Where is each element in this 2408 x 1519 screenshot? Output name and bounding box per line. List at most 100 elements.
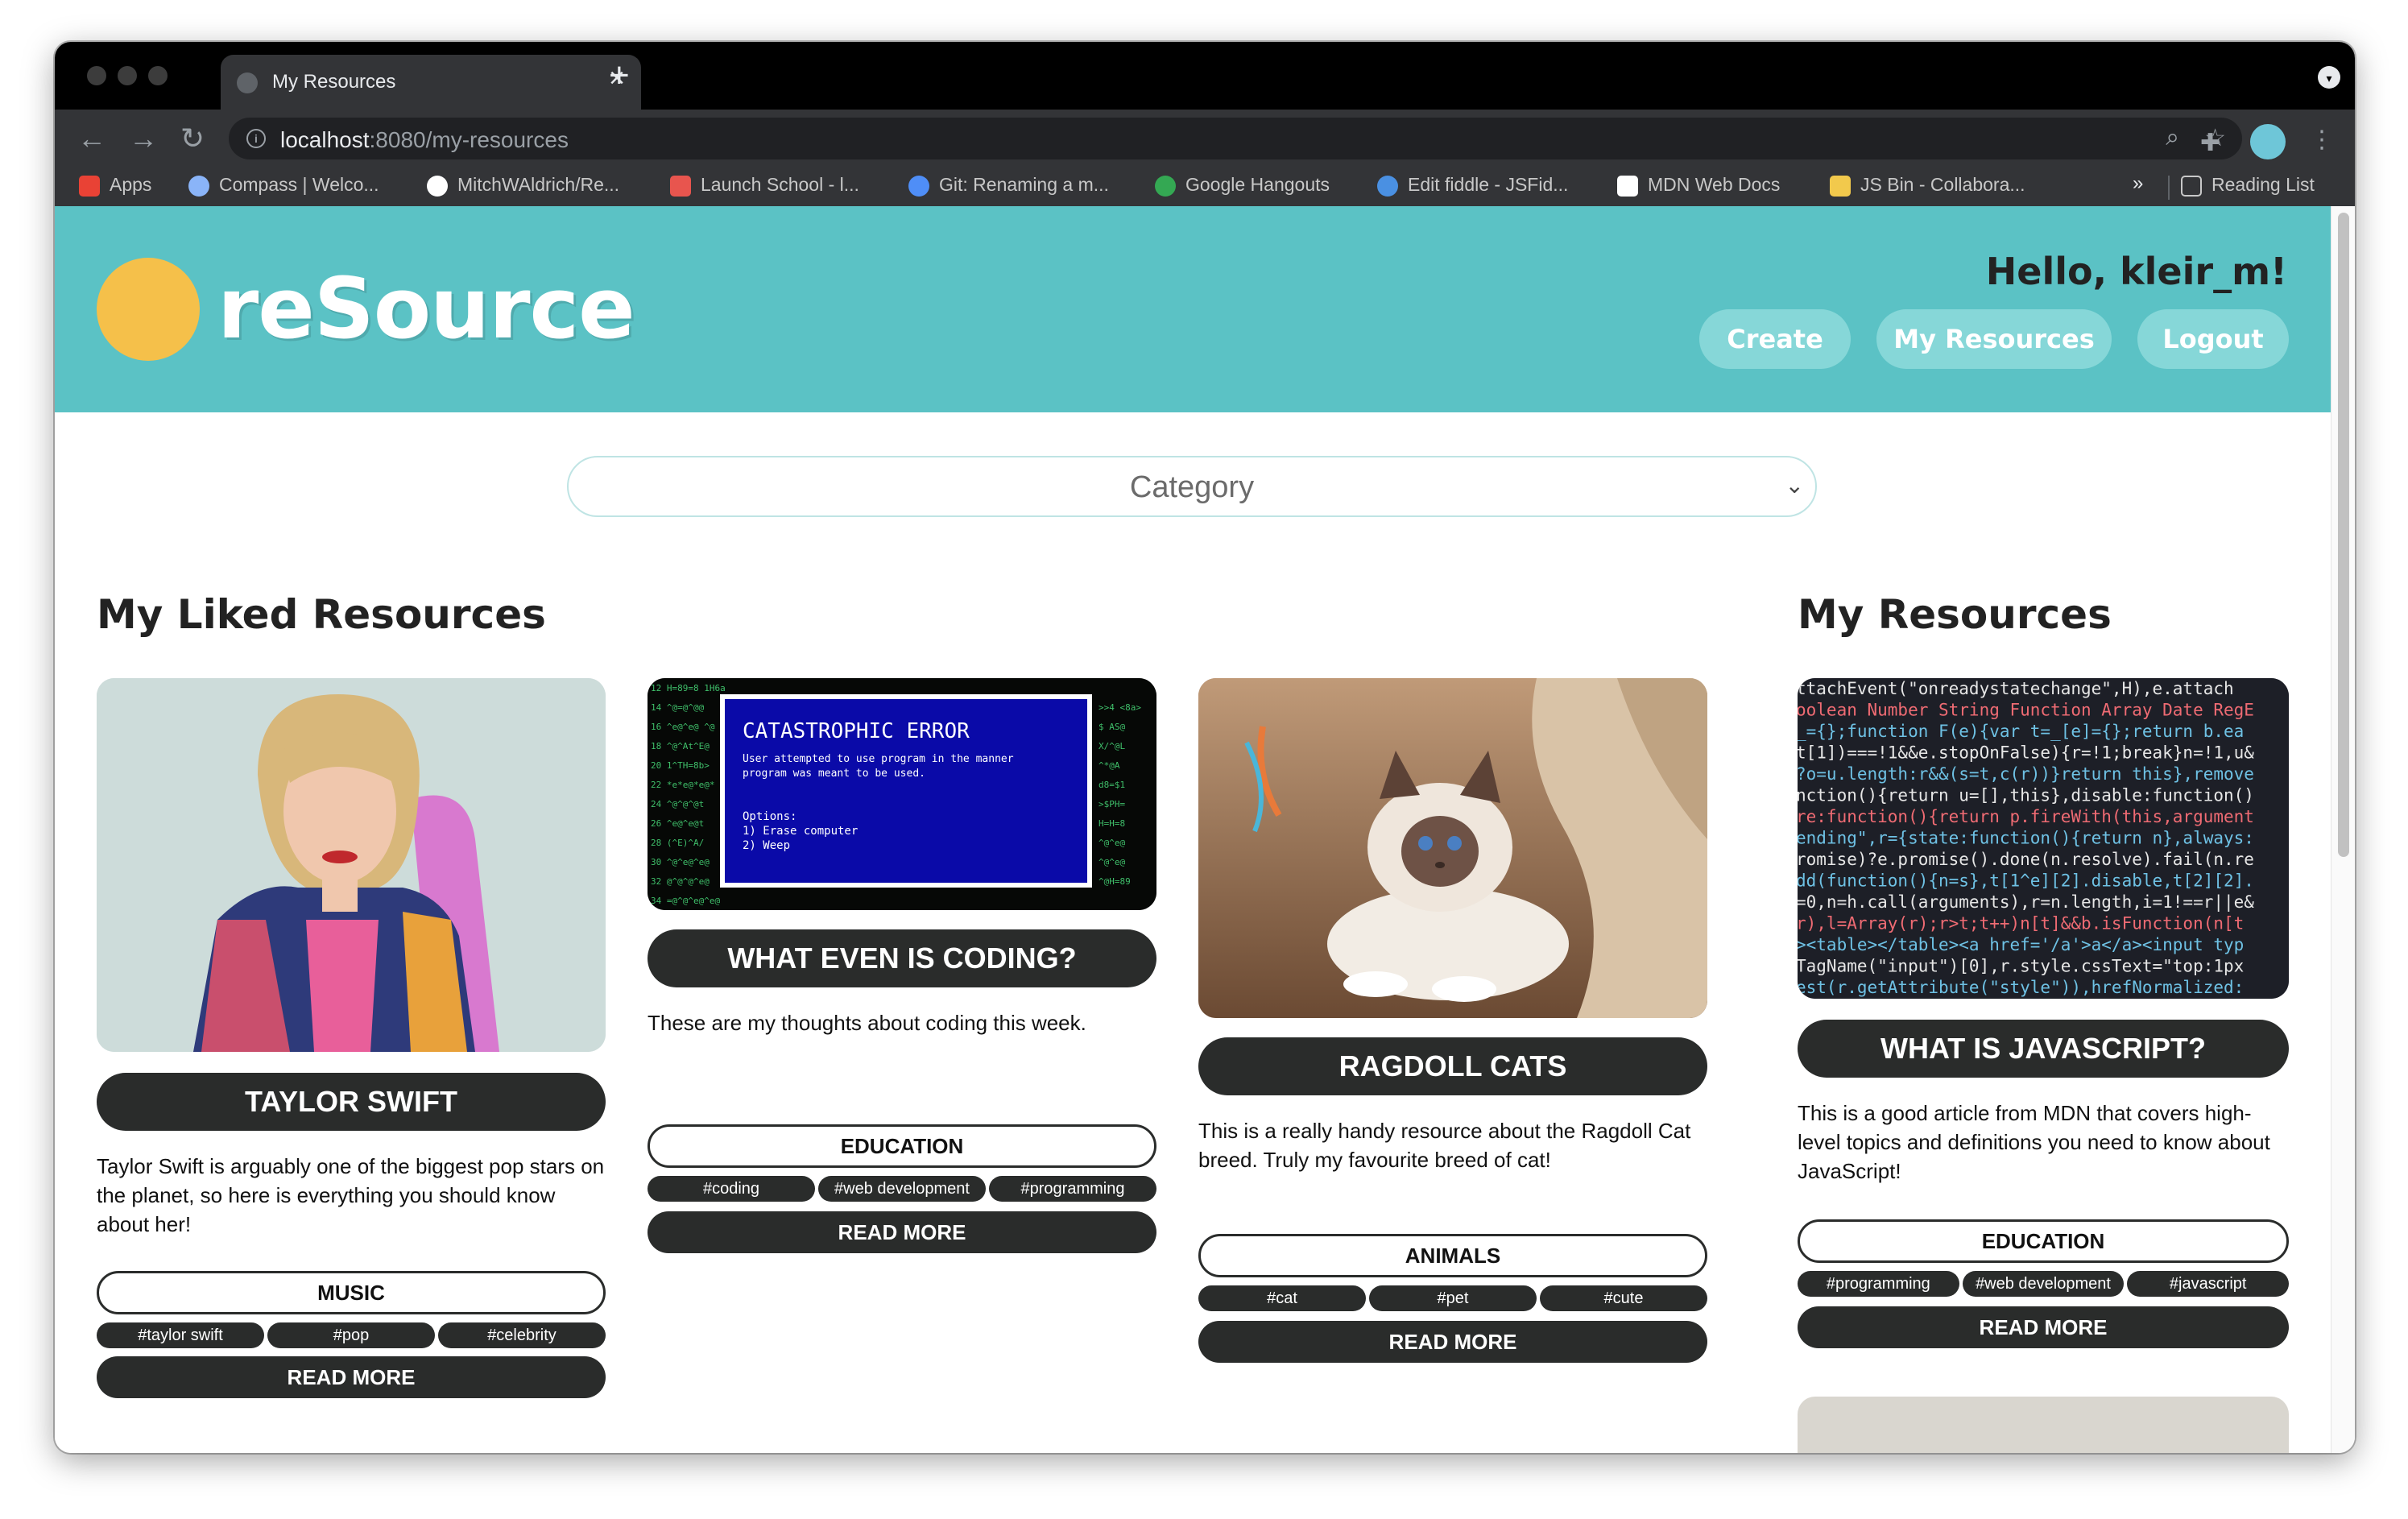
bookmark-label: JS Bin - Collabora...	[1860, 174, 2025, 195]
bookmark-compass[interactable]: Compass | Welco...	[188, 174, 379, 197]
url-text[interactable]: localhost:8080/my-resources	[280, 127, 569, 153]
page-viewport: reSource Hello, kleir_m! Create My Resou…	[55, 206, 2355, 1453]
category-badge[interactable]: EDUCATION	[1798, 1219, 2289, 1263]
address-bar[interactable]: i localhost:8080/my-resources ⌕ ☆	[229, 118, 2242, 159]
bookmark-apps[interactable]: Apps	[79, 174, 151, 197]
tag-chip[interactable]: #celebrity	[438, 1322, 606, 1348]
bookmark-jsfiddle[interactable]: Edit fiddle - JSFid...	[1377, 174, 1568, 197]
site-header: reSource Hello, kleir_m! Create My Resou…	[55, 206, 2331, 412]
tag-chip[interactable]: #cat	[1198, 1285, 1366, 1311]
new-tab-icon[interactable]: +	[609, 58, 630, 93]
zoom-icon[interactable]: ⌕	[2166, 124, 2179, 151]
minimize-window-icon[interactable]	[118, 66, 137, 85]
create-button[interactable]: Create	[1699, 309, 1851, 369]
read-more-button[interactable]: READ MORE	[1198, 1321, 1707, 1363]
category-badge[interactable]: EDUCATION	[648, 1124, 1156, 1168]
tag-chip[interactable]: #pet	[1369, 1285, 1537, 1311]
tag-chip[interactable]: #taylor swift	[97, 1322, 264, 1348]
code-line: re:function(){return p.fireWith(this,arg…	[1798, 807, 2254, 826]
jsbin-icon	[1830, 175, 1851, 197]
resource-title[interactable]: RAGDOLL CATS	[1198, 1037, 1707, 1095]
reload-icon[interactable]: ↻	[180, 124, 205, 153]
resource-title[interactable]: TAYLOR SWIFT	[97, 1073, 606, 1131]
resource-image[interactable]	[97, 678, 606, 1052]
page-scrollbar[interactable]	[2331, 206, 2355, 1453]
browser-tab[interactable]: My Resources ×	[221, 55, 641, 110]
bookmark-label: MitchWAldrich/Re...	[457, 174, 620, 195]
close-window-icon[interactable]	[87, 66, 106, 85]
tag-chip[interactable]: #web development	[1962, 1271, 2125, 1297]
scrollbar-thumb[interactable]	[2338, 213, 2349, 857]
code-line: ttachEvent("onreadystatechange",H),e.att…	[1798, 679, 2234, 698]
my-resources-button[interactable]: My Resources	[1876, 309, 2112, 369]
resource-image[interactable]: 12 H=89=8 1H6a 14 ^@=@^@@ 16 ^e@^e@ ^@ 18 ^…	[648, 678, 1156, 910]
browser-window: My Resources × + ▾ ← → ↻ i localhost:808…	[55, 42, 2355, 1453]
tag-chip[interactable]: #pop	[267, 1322, 435, 1348]
svg-text:28 (^E)^A/: 28 (^E)^A/	[651, 838, 704, 848]
liked-resources-title: My Liked Resources	[97, 591, 546, 638]
globe-icon	[237, 72, 258, 93]
launch-school-icon	[670, 175, 691, 197]
read-more-button[interactable]: READ MORE	[1798, 1306, 2289, 1348]
resource-title[interactable]: WHAT IS JAVASCRIPT?	[1798, 1020, 2289, 1078]
jsfiddle-cloud-icon	[1377, 175, 1398, 197]
url-path: :8080/my-resources	[369, 127, 569, 152]
logo-text[interactable]: reSource	[217, 259, 635, 358]
tag-chip[interactable]: #web development	[818, 1176, 986, 1202]
resource-card-preview[interactable]	[1798, 1397, 2289, 1453]
svg-text:26 ^e@^e@t: 26 ^e@^e@t	[651, 818, 704, 829]
bookmark-jsbin[interactable]: JS Bin - Collabora...	[1830, 174, 2025, 197]
browser-toolbar: ← → ↻ i localhost:8080/my-resources ⌕ ☆ …	[55, 110, 2355, 206]
bookmark-label: Launch School - l...	[701, 174, 859, 195]
bookmark-launch-school[interactable]: Launch School - l...	[670, 174, 859, 197]
category-select[interactable]: Category ⌄	[567, 456, 1817, 517]
read-more-button[interactable]: READ MORE	[97, 1356, 606, 1398]
bookmark-mdn[interactable]: MDN Web Docs	[1617, 174, 1780, 197]
back-arrow-icon[interactable]: ←	[77, 124, 106, 153]
error-options: Options:	[743, 810, 796, 823]
tag-chip[interactable]: #javascript	[2127, 1271, 2290, 1297]
error-screen-image: 12 H=89=8 1H6a 14 ^@=@^@@ 16 ^e@^e@ ^@ 18 ^…	[648, 678, 1156, 910]
svg-text:H=H=8: H=H=8	[1098, 818, 1125, 829]
svg-text:34 =@^@^e@^e@: 34 =@^@^e@^e@	[651, 896, 720, 906]
tag-chip[interactable]: #programming	[989, 1176, 1156, 1202]
bookmark-google-hangouts[interactable]: Google Hangouts	[1155, 174, 1330, 197]
resource-title[interactable]: WHAT EVEN IS CODING?	[648, 929, 1156, 987]
tag-chip[interactable]: #programming	[1798, 1271, 1959, 1297]
tag-list: #cat #pet #cute	[1198, 1285, 1707, 1311]
javascript-code-image: ttachEvent("onreadystatechange",H),e.att…	[1798, 678, 2289, 999]
stackoverflow-icon	[908, 175, 929, 197]
svg-text:22 *e*e@*e@*: 22 *e*e@*e@*	[651, 780, 714, 790]
tag-list: #coding #web development #programming	[648, 1176, 1156, 1202]
code-line: =0,n=h.call(arguments),r=n.length,i=1!==…	[1798, 892, 2254, 913]
svg-text:d8=$1: d8=$1	[1098, 780, 1125, 790]
svg-text:12 H=89=8 1H6a: 12 H=89=8 1H6a	[651, 683, 726, 693]
browser-menu-icon[interactable]: ⋮	[2310, 126, 2334, 154]
category-badge[interactable]: ANIMALS	[1198, 1234, 1707, 1277]
tag-chip[interactable]: #coding	[648, 1176, 815, 1202]
svg-text:18 ^@^At^E@: 18 ^@^At^E@	[651, 741, 710, 751]
bookmark-github[interactable]: MitchWAldrich/Re...	[427, 174, 619, 197]
profile-avatar[interactable]	[2250, 124, 2286, 159]
error-heading: CATASTROPHIC ERROR	[743, 719, 970, 743]
zoom-window-icon[interactable]	[148, 66, 168, 85]
site-info-icon[interactable]: i	[246, 129, 266, 148]
more-bookmarks-icon[interactable]: »	[2133, 172, 2143, 195]
forward-arrow-icon[interactable]: →	[129, 124, 158, 153]
bookmark-git-renaming[interactable]: Git: Renaming a m...	[908, 174, 1109, 197]
category-badge[interactable]: MUSIC	[97, 1271, 606, 1314]
tag-chip[interactable]: #cute	[1540, 1285, 1707, 1311]
tab-search-icon[interactable]: ▾	[2318, 66, 2340, 89]
bookmark-label: MDN Web Docs	[1648, 174, 1781, 195]
resource-image[interactable]	[1198, 678, 1707, 1018]
resource-image[interactable]: ttachEvent("onreadystatechange",H),e.att…	[1798, 678, 2289, 999]
tag-list: #taylor swift #pop #celebrity	[97, 1322, 606, 1348]
code-line: romise)?e.promise().done(n.resolve).fail…	[1798, 850, 2254, 869]
resource-description: Taylor Swift is arguably one of the bigg…	[97, 1154, 605, 1236]
svg-text:^@H=89: ^@H=89	[1098, 876, 1131, 887]
code-line: TagName("input")[0],r.style.cssText="top…	[1798, 957, 2244, 976]
logout-button[interactable]: Logout	[2137, 309, 2289, 369]
extensions-puzzle-icon[interactable]: ✚	[2200, 129, 2220, 157]
reading-list-button[interactable]: Reading List	[2181, 174, 2315, 197]
read-more-button[interactable]: READ MORE	[648, 1211, 1156, 1253]
